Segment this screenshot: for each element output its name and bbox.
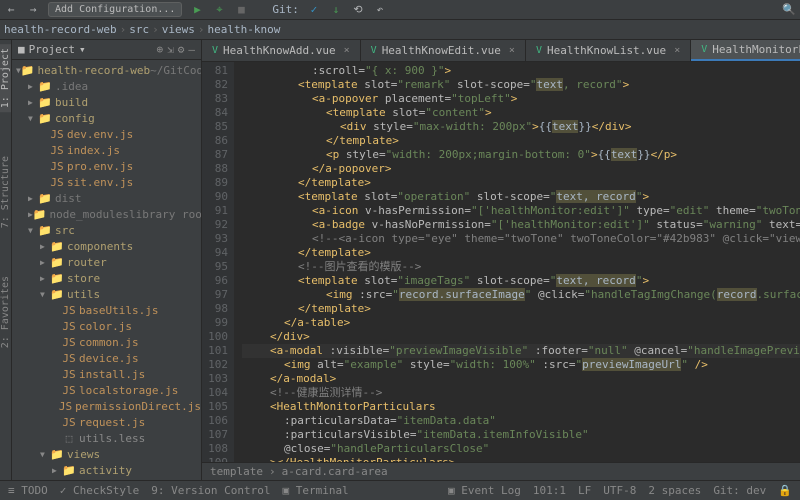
caret-position[interactable]: 101:1: [533, 484, 566, 497]
tree-row[interactable]: JSpermissionDirect.js: [12, 398, 201, 414]
status-bar: ≡ TODO ✓ CheckStyle 9: Version Control ▣…: [0, 480, 800, 500]
tree-row[interactable]: JSdevice.js: [12, 350, 201, 366]
code-lines[interactable]: :scroll="{ x: 900 }"><template slot="rem…: [234, 62, 800, 462]
tree-row[interactable]: ▼📁views: [12, 446, 201, 462]
favorites-tool-tab[interactable]: 2: Favorites: [0, 272, 11, 352]
vcs-history-icon[interactable]: ⟲: [351, 3, 365, 17]
git-label: Git:: [272, 3, 299, 16]
breadcrumb-item[interactable]: views: [162, 23, 195, 36]
project-tool-window: ■ Project ▾ ⊕ ⇲ ⚙ — ▼📁health-record-web …: [12, 40, 202, 480]
tree-row[interactable]: ▶📁store: [12, 270, 201, 286]
editor[interactable]: 8182838485868788899091929394959697989910…: [202, 62, 800, 462]
structure-tool-tab[interactable]: 7: Structure: [0, 152, 11, 232]
forward-icon[interactable]: →: [26, 3, 40, 17]
tree-row[interactable]: ▶📁dist: [12, 190, 201, 206]
line-sep[interactable]: LF: [578, 484, 591, 497]
tree-row[interactable]: JScolor.js: [12, 318, 201, 334]
project-dropdown[interactable]: ■ Project ▾: [18, 43, 86, 56]
tree-row[interactable]: ▼📁src: [12, 222, 201, 238]
tree-row[interactable]: ▶📁build: [12, 94, 201, 110]
tree-row[interactable]: ▶📁.idea: [12, 78, 201, 94]
line-gutter: 8182838485868788899091929394959697989910…: [202, 62, 234, 462]
vcs-commit-icon[interactable]: ↓: [329, 3, 343, 17]
project-tree[interactable]: ▼📁health-record-web ~/GitCode/health-rec…: [12, 60, 201, 480]
breadcrumb-bar: health-record-web›src›views›health-know: [0, 20, 800, 40]
stop-icon: ■: [234, 3, 248, 17]
encoding[interactable]: UTF-8: [603, 484, 636, 497]
lock-icon: 🔒: [778, 484, 792, 497]
breadcrumb: health-record-web›src›views›health-know: [4, 23, 280, 36]
git-branch[interactable]: Git: dev: [713, 484, 766, 497]
close-icon[interactable]: ×: [344, 45, 350, 56]
tree-row[interactable]: ▼📁config: [12, 110, 201, 126]
tree-row[interactable]: JSpro.env.js: [12, 158, 201, 174]
terminal-tool[interactable]: ▣ Terminal: [282, 484, 348, 497]
breadcrumb-item[interactable]: health-record-web: [4, 23, 117, 36]
vcs-update-icon[interactable]: ✓: [307, 3, 321, 17]
editor-tab[interactable]: VHealthKnowEdit.vue×: [361, 40, 526, 61]
top-toolbar: ← → Add Configuration... ▶ ⌖ ■ Git: ✓ ↓ …: [0, 0, 800, 20]
editor-tab[interactable]: VHealthKnowAdd.vue×: [202, 40, 361, 61]
tree-row[interactable]: JSbaseUtils.js: [12, 302, 201, 318]
editor-tab[interactable]: VHealthKnowList.vue×: [526, 40, 691, 61]
tree-row[interactable]: ▶📁activity: [12, 462, 201, 478]
tree-row[interactable]: JSrequest.js: [12, 414, 201, 430]
tree-row[interactable]: JSinstall.js: [12, 366, 201, 382]
vcs-tool[interactable]: 9: Version Control: [151, 484, 270, 497]
back-icon[interactable]: ←: [4, 3, 18, 17]
checkstyle-tool[interactable]: ✓ CheckStyle: [60, 484, 139, 497]
run-icon[interactable]: ▶: [190, 3, 204, 17]
locate-icon[interactable]: ⊕: [157, 43, 164, 56]
tree-row[interactable]: ▶📁node_modules library root: [12, 206, 201, 222]
indent[interactable]: 2 spaces: [648, 484, 701, 497]
debug-icon[interactable]: ⌖: [212, 3, 226, 17]
tree-row[interactable]: ▼📁health-record-web ~/GitCode/health-rec…: [12, 62, 201, 78]
event-log[interactable]: ▣ Event Log: [448, 484, 521, 497]
breadcrumb-item[interactable]: health-know: [207, 23, 280, 36]
tree-row[interactable]: ▶📁router: [12, 254, 201, 270]
hide-icon[interactable]: —: [188, 43, 195, 56]
close-icon[interactable]: ×: [674, 45, 680, 56]
gear-icon[interactable]: ⚙: [178, 43, 185, 56]
close-icon[interactable]: ×: [509, 45, 515, 56]
vcs-revert-icon[interactable]: ↶: [373, 3, 387, 17]
tree-row[interactable]: JScommon.js: [12, 334, 201, 350]
editor-breadcrumb[interactable]: template›a-card.card-area: [202, 462, 800, 480]
tree-row[interactable]: JSdev.env.js: [12, 126, 201, 142]
tree-row[interactable]: JSsit.env.js: [12, 174, 201, 190]
tree-row[interactable]: ⬚utils.less: [12, 430, 201, 446]
run-config-dropdown[interactable]: Add Configuration...: [48, 2, 182, 17]
todo-tool[interactable]: ≡ TODO: [8, 484, 48, 497]
editor-tabs: VHealthKnowAdd.vue×VHealthKnowEdit.vue×V…: [202, 40, 800, 62]
collapse-icon[interactable]: ⇲: [167, 43, 174, 56]
project-tool-tab[interactable]: 1: Project: [0, 44, 11, 112]
left-tool-gutter: 1: Project 7: Structure 2: Favorites: [0, 40, 12, 480]
tree-row[interactable]: JSlocalstorage.js: [12, 382, 201, 398]
tree-row[interactable]: ▶📁components: [12, 238, 201, 254]
search-icon[interactable]: 🔍: [782, 3, 796, 17]
breadcrumb-item[interactable]: src: [129, 23, 149, 36]
editor-tab[interactable]: VHealthMonitorList.vue×: [691, 40, 800, 61]
tree-row[interactable]: ▼📁utils: [12, 286, 201, 302]
tree-row[interactable]: JSindex.js: [12, 142, 201, 158]
